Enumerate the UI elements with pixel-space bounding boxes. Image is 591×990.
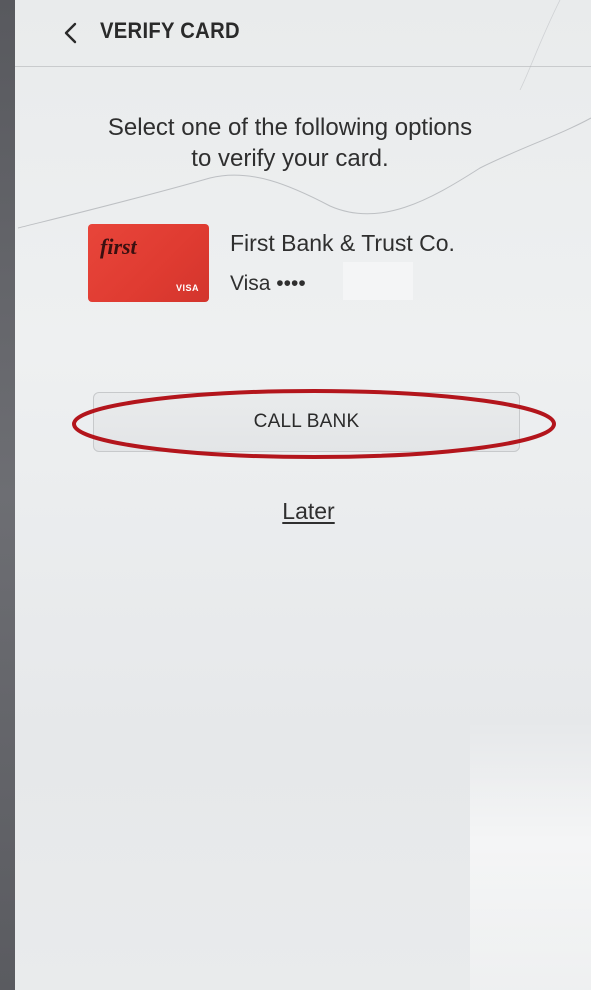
page-title: VERIFY CARD — [100, 18, 240, 43]
card-number: Visa •••• — [230, 272, 306, 295]
instruction-text: Select one of the following options to v… — [60, 112, 520, 174]
chevron-left-icon — [64, 22, 77, 44]
instruction-line-2: to verify your card. — [191, 145, 389, 172]
card-art-image: first VISA — [88, 224, 209, 302]
back-button[interactable] — [55, 16, 85, 50]
bank-name: First Bank & Trust Co. — [230, 230, 455, 256]
card-brand-logo: first — [100, 234, 137, 259]
redaction-block — [343, 262, 413, 300]
app-bar: VERIFY CARD — [15, 0, 591, 67]
instruction-line-1: Select one of the following options — [107, 114, 473, 141]
call-bank-button[interactable]: CALL BANK — [93, 392, 520, 452]
later-link[interactable]: Later — [0, 498, 591, 525]
card-network-logo: VISA — [175, 283, 199, 293]
card-summary: first VISA First Bank & Trust Co. Visa •… — [88, 222, 528, 302]
device-bezel — [0, 0, 15, 990]
